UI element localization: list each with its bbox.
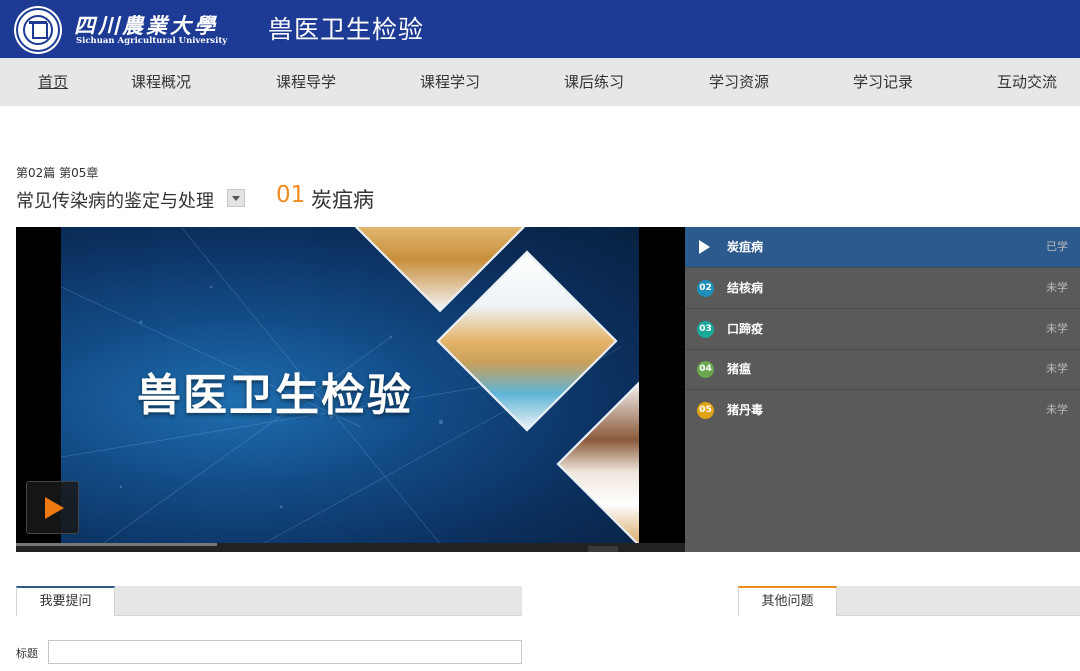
playlist-item-name: 口蹄疫 — [727, 322, 764, 336]
title-field-label: 标题 — [16, 647, 38, 660]
play-button[interactable] — [26, 481, 79, 534]
video-overlay-title: 兽医卫生检验 — [137, 370, 413, 421]
lesson-number: 01 — [276, 182, 306, 208]
playlist-item-badge: 04 — [697, 361, 714, 378]
section-title: 常见传染病的鉴定与处理 — [16, 191, 214, 212]
site-header: 四川農業大學 Sichuan Agricultural University 兽… — [0, 0, 1080, 58]
play-icon — [699, 240, 710, 254]
nav-item-interaction[interactable]: 互动交流 — [997, 58, 1057, 106]
university-name-en: Sichuan Agricultural University — [76, 36, 228, 46]
playlist-item-name: 炭疽病 — [727, 240, 764, 254]
progress-handle[interactable] — [588, 546, 618, 552]
video-progress-bar[interactable] — [16, 543, 685, 552]
progress-fill — [16, 543, 217, 546]
section-dropdown-button[interactable] — [227, 189, 245, 207]
playlist-item[interactable]: 05 猪丹毒 未学 — [685, 390, 1080, 431]
playlist-item-name: 猪瘟 — [727, 362, 752, 376]
nav-item-study[interactable]: 课程学习 — [420, 58, 480, 106]
nav-item-records[interactable]: 学习记录 — [853, 58, 913, 106]
playlist-item-status: 未学 — [1046, 403, 1068, 416]
lesson-title: 炭疽病 — [311, 188, 374, 212]
playlist-item-name: 结核病 — [727, 281, 764, 295]
playlist-item-status: 未学 — [1046, 362, 1068, 375]
playlist-item-badge: 03 — [697, 321, 714, 338]
playlist-item[interactable]: 02 结核病 未学 — [685, 268, 1080, 309]
nav-item-resources[interactable]: 学习资源 — [709, 58, 769, 106]
site-title: 兽医卫生检验 — [268, 15, 425, 44]
playlist-item-status: 未学 — [1046, 281, 1068, 294]
lesson-playlist: 炭疽病 已学 02 结核病 未学 03 口蹄疫 未学 04 猪瘟 未学 05 猪… — [685, 227, 1080, 552]
playlist-item-status: 已学 — [1046, 240, 1068, 253]
other-questions-tabbar: 其他问题 — [738, 586, 1080, 616]
main-nav: 首页 课程概况 课程导学 课程学习 课后练习 学习资源 学习记录 互动交流 — [0, 58, 1080, 106]
nav-item-overview[interactable]: 课程概况 — [131, 58, 191, 106]
ask-question-tabbar: 我要提问 — [16, 586, 522, 616]
playlist-item-name: 猪丹毒 — [727, 403, 764, 417]
tab-ask-question[interactable]: 我要提问 — [16, 586, 115, 616]
nav-item-exercises[interactable]: 课后练习 — [564, 58, 624, 106]
chapter-label: 第02篇 第05章 — [16, 166, 99, 180]
video-thumbnail: 兽医卫生检验 — [61, 227, 639, 545]
tab-other-questions[interactable]: 其他问题 — [738, 586, 837, 616]
playlist-item[interactable]: 炭疽病 已学 — [685, 227, 1080, 268]
video-player[interactable]: 兽医卫生检验 — [16, 227, 685, 552]
playlist-item[interactable]: 04 猪瘟 未学 — [685, 349, 1080, 390]
playlist-item-badge: 02 — [697, 280, 714, 297]
playlist-item-badge: 05 — [697, 402, 714, 419]
title-input[interactable] — [48, 640, 522, 664]
nav-item-home[interactable]: 首页 — [38, 58, 68, 106]
playlist-item-status: 未学 — [1046, 322, 1068, 335]
nav-item-guide[interactable]: 课程导学 — [276, 58, 336, 106]
playlist-item[interactable]: 03 口蹄疫 未学 — [685, 309, 1080, 350]
university-logo-icon[interactable] — [16, 8, 60, 52]
